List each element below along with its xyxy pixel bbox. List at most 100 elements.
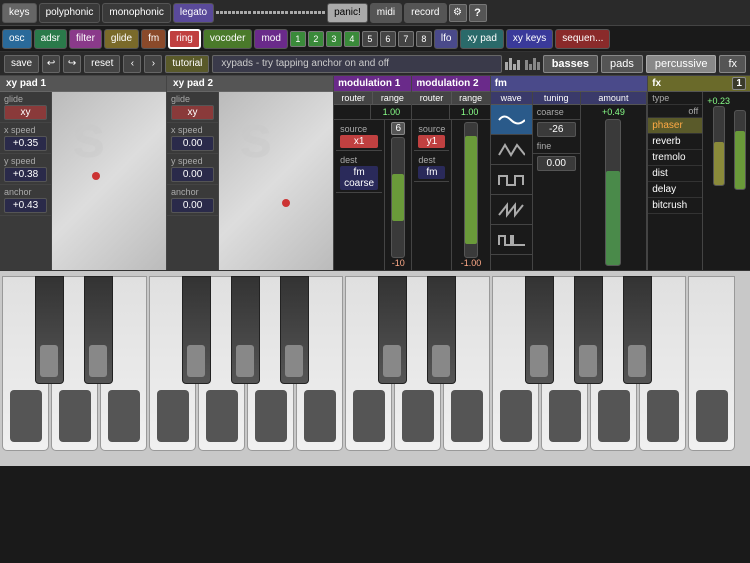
mod-2-range-slider[interactable] xyxy=(464,122,478,258)
mode-xypad-btn[interactable]: xy pad xyxy=(460,29,503,49)
num-badge-7[interactable]: 7 xyxy=(398,31,414,47)
num-badge-8[interactable]: 8 xyxy=(416,31,432,47)
black-key-pad-6 xyxy=(432,345,450,377)
next-btn[interactable]: › xyxy=(144,55,162,73)
keys-btn[interactable]: keys xyxy=(2,3,37,23)
pads-btn[interactable]: pads xyxy=(601,55,643,73)
undo-btn[interactable]: ↩ xyxy=(42,55,60,73)
mod-2-left-col xyxy=(412,105,449,119)
save-btn[interactable]: save xyxy=(4,55,39,73)
white-key-14[interactable] xyxy=(688,276,735,451)
fx-item-delay[interactable]: delay xyxy=(648,182,702,198)
yspeed-value-1[interactable]: +0.38 xyxy=(4,167,47,182)
mod-2-router-label: router xyxy=(412,92,451,104)
anchor-label-2: anchor xyxy=(171,187,214,197)
black-key-8[interactable] xyxy=(574,276,603,384)
black-key-pad-9 xyxy=(628,345,646,377)
fm-wave-saw[interactable] xyxy=(491,195,532,225)
fx-btn[interactable]: fx xyxy=(719,55,746,73)
fx-slider-1-track[interactable] xyxy=(713,106,725,186)
mod-1-dest-value[interactable]: fm coarse xyxy=(340,166,378,190)
fx-item-phaser[interactable]: phaser xyxy=(648,118,702,134)
prev-btn[interactable]: ‹ xyxy=(123,55,141,73)
settings-icon[interactable]: ⚙ xyxy=(449,4,467,22)
num-badge-4[interactable]: 4 xyxy=(344,31,360,47)
anchor-value-2[interactable]: 0.00 xyxy=(171,198,214,213)
black-key-3[interactable] xyxy=(231,276,260,384)
fx-item-bitcrush[interactable]: bitcrush xyxy=(648,198,702,214)
mode-vocoder-btn[interactable]: vocoder xyxy=(203,29,253,49)
xspeed-value-2[interactable]: 0.00 xyxy=(171,136,214,151)
mod-1-range-slider[interactable] xyxy=(391,137,405,258)
mode-bar: osc adsr filter glide fm ring vocoder mo… xyxy=(0,26,750,52)
fx-item-dist[interactable]: dist xyxy=(648,166,702,182)
keyboard-render xyxy=(2,276,737,461)
black-key-4[interactable] xyxy=(280,276,309,384)
fm-fine-value[interactable]: 0.00 xyxy=(537,156,576,171)
reset-btn[interactable]: reset xyxy=(84,55,120,73)
fx-item-tremolo[interactable]: tremolo xyxy=(648,150,702,166)
white-key-pad-3 xyxy=(157,390,189,442)
mod-1-range-num[interactable]: 6 xyxy=(391,122,405,135)
legato-btn[interactable]: legato xyxy=(173,3,214,23)
white-key-pad-5 xyxy=(255,390,287,442)
mode-seq-btn[interactable]: sequen... xyxy=(555,29,610,49)
num-badge-1[interactable]: 1 xyxy=(290,31,306,47)
black-key-9[interactable] xyxy=(623,276,652,384)
panic-btn[interactable]: panic! xyxy=(327,3,368,23)
mod-2-source-value[interactable]: y1 xyxy=(418,135,445,148)
polyphonic-btn[interactable]: polyphonic xyxy=(39,3,101,23)
monophonic-btn[interactable]: monophonic xyxy=(102,3,170,23)
xy-area-1[interactable]: s xyxy=(52,92,166,270)
mode-mod-btn[interactable]: mod xyxy=(254,29,287,49)
black-key-1[interactable] xyxy=(84,276,113,384)
black-key-5[interactable] xyxy=(378,276,407,384)
mod-2-dest-row: dest fm xyxy=(414,153,449,182)
xy-dot-1 xyxy=(92,172,100,180)
black-key-6[interactable] xyxy=(427,276,456,384)
mode-glide-btn[interactable]: glide xyxy=(104,29,139,49)
xspeed-value-1[interactable]: +0.35 xyxy=(4,136,47,151)
fm-wave-square[interactable] xyxy=(491,165,532,195)
mod-2-body: source y1 dest fm -1.00 xyxy=(412,120,489,270)
basses-btn[interactable]: basses xyxy=(543,55,598,73)
num-badge-6[interactable]: 6 xyxy=(380,31,396,47)
num-badge-5[interactable]: 5 xyxy=(362,31,378,47)
xspeed-label-1: x speed xyxy=(4,125,47,135)
percussive-btn[interactable]: percussive xyxy=(646,55,717,73)
fm-header: fm xyxy=(491,76,648,92)
mode-osc-btn[interactable]: osc xyxy=(2,29,32,49)
mode-lfo-btn[interactable]: lfo xyxy=(434,29,459,49)
mod-1-dest-row: dest fm coarse xyxy=(336,153,382,193)
anchor-value-1[interactable]: +0.43 xyxy=(4,198,47,213)
xy-area-2[interactable]: s xyxy=(219,92,333,270)
mod-1-source-value[interactable]: x1 xyxy=(340,135,378,148)
black-key-pad-0 xyxy=(40,345,58,377)
mode-filter-btn[interactable]: filter xyxy=(69,29,102,49)
white-key-pad-10 xyxy=(500,390,532,442)
fm-amount-slider[interactable] xyxy=(605,119,621,266)
redo-btn[interactable]: ↪ xyxy=(63,55,81,73)
black-key-2[interactable] xyxy=(182,276,211,384)
help-icon[interactable]: ? xyxy=(469,4,487,22)
fx-item-reverb[interactable]: reverb xyxy=(648,134,702,150)
fm-wave-triangle[interactable] xyxy=(491,135,532,165)
mod-2-dest-value[interactable]: fm xyxy=(418,166,445,179)
num-badge-2[interactable]: 2 xyxy=(308,31,324,47)
mode-adsr-btn[interactable]: adsr xyxy=(34,29,67,49)
num-badge-3[interactable]: 3 xyxy=(326,31,342,47)
fm-coarse-value[interactable]: -26 xyxy=(537,122,576,137)
mode-ring-btn[interactable]: ring xyxy=(168,29,201,49)
fx-slider-2-track[interactable] xyxy=(734,110,746,190)
fx-sliders-area: +0.23 xyxy=(703,92,750,270)
mode-xykeys-btn[interactable]: xy keys xyxy=(506,29,553,49)
fm-wave-sine[interactable] xyxy=(491,105,532,135)
yspeed-value-2[interactable]: 0.00 xyxy=(171,167,214,182)
record-btn[interactable]: record xyxy=(404,3,446,23)
black-key-7[interactable] xyxy=(525,276,554,384)
tutorial-btn[interactable]: tutorial xyxy=(165,55,209,73)
black-key-0[interactable] xyxy=(35,276,64,384)
mode-fm-btn[interactable]: fm xyxy=(141,29,166,49)
fm-wave-pulse[interactable] xyxy=(491,225,532,255)
midi-btn[interactable]: midi xyxy=(370,3,402,23)
